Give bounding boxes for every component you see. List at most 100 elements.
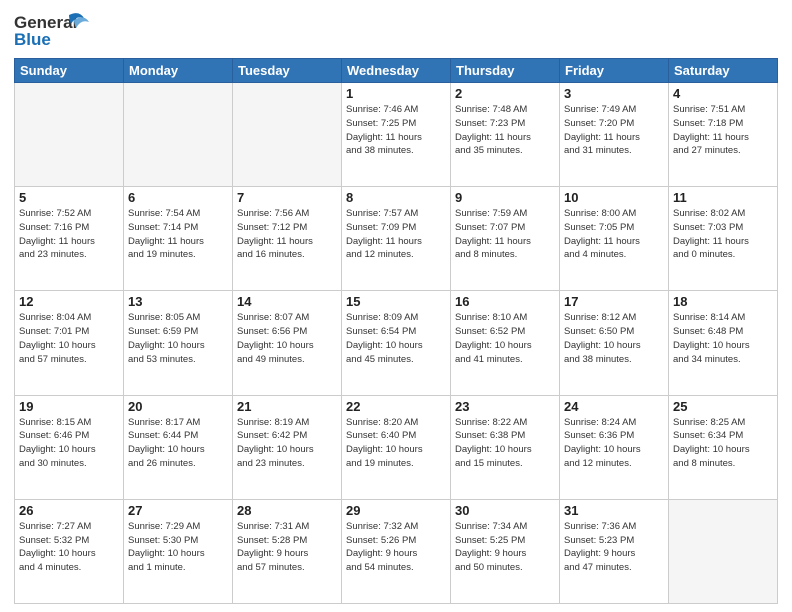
calendar-day-1: 1 Sunrise: 7:46 AM Sunset: 7:25 PM Daylig… <box>342 83 451 187</box>
day-number: 6 <box>128 190 228 205</box>
weekday-header-tuesday: Tuesday <box>233 59 342 83</box>
day-info: Sunrise: 7:54 AM Sunset: 7:14 PM Dayligh… <box>128 207 228 262</box>
calendar-day-6: 6 Sunrise: 7:54 AM Sunset: 7:14 PM Daylig… <box>124 187 233 291</box>
weekday-header-sunday: Sunday <box>15 59 124 83</box>
day-info: Sunrise: 8:19 AM Sunset: 6:42 PM Dayligh… <box>237 416 337 471</box>
calendar-table: SundayMondayTuesdayWednesdayThursdayFrid… <box>14 58 778 604</box>
day-number: 2 <box>455 86 555 101</box>
day-number: 1 <box>346 86 446 101</box>
day-number: 16 <box>455 294 555 309</box>
day-number: 13 <box>128 294 228 309</box>
calendar-week-row: 12 Sunrise: 8:04 AM Sunset: 7:01 PM Dayli… <box>15 291 778 395</box>
day-number: 11 <box>673 190 773 205</box>
calendar-day-26: 26 Sunrise: 7:27 AM Sunset: 5:32 PM Dayli… <box>15 499 124 603</box>
day-number: 4 <box>673 86 773 101</box>
day-number: 19 <box>19 399 119 414</box>
day-info: Sunrise: 7:59 AM Sunset: 7:07 PM Dayligh… <box>455 207 555 262</box>
day-number: 31 <box>564 503 664 518</box>
calendar-day-5: 5 Sunrise: 7:52 AM Sunset: 7:16 PM Daylig… <box>15 187 124 291</box>
day-number: 9 <box>455 190 555 205</box>
day-number: 23 <box>455 399 555 414</box>
calendar-day-20: 20Sunrise: 8:17 AM Sunset: 6:44 PM Dayli… <box>124 395 233 499</box>
day-info: Sunrise: 7:32 AM Sunset: 5:26 PM Dayligh… <box>346 520 446 575</box>
day-info: Sunrise: 8:05 AM Sunset: 6:59 PM Dayligh… <box>128 311 228 366</box>
day-number: 5 <box>19 190 119 205</box>
day-number: 24 <box>564 399 664 414</box>
day-number: 21 <box>237 399 337 414</box>
day-number: 30 <box>455 503 555 518</box>
day-number: 25 <box>673 399 773 414</box>
calendar-day-31: 31Sunrise: 7:36 AM Sunset: 5:23 PM Dayli… <box>560 499 669 603</box>
day-number: 8 <box>346 190 446 205</box>
calendar-day-15: 15 Sunrise: 8:09 AM Sunset: 6:54 PM Dayli… <box>342 291 451 395</box>
calendar-week-row: 1 Sunrise: 7:46 AM Sunset: 7:25 PM Daylig… <box>15 83 778 187</box>
day-info: Sunrise: 7:31 AM Sunset: 5:28 PM Dayligh… <box>237 520 337 575</box>
page-header: GeneralBlue <box>14 10 778 50</box>
day-number: 17 <box>564 294 664 309</box>
day-info: Sunrise: 8:22 AM Sunset: 6:38 PM Dayligh… <box>455 416 555 471</box>
day-number: 12 <box>19 294 119 309</box>
day-info: Sunrise: 8:02 AM Sunset: 7:03 PM Dayligh… <box>673 207 773 262</box>
calendar-empty-cell <box>124 83 233 187</box>
calendar-day-19: 19 Sunrise: 8:15 AM Sunset: 6:46 PM Dayli… <box>15 395 124 499</box>
logo: GeneralBlue <box>14 10 94 50</box>
day-info: Sunrise: 7:56 AM Sunset: 7:12 PM Dayligh… <box>237 207 337 262</box>
calendar-day-4: 4 Sunrise: 7:51 AM Sunset: 7:18 PM Daylig… <box>669 83 778 187</box>
calendar-day-12: 12 Sunrise: 8:04 AM Sunset: 7:01 PM Dayli… <box>15 291 124 395</box>
day-info: Sunrise: 7:49 AM Sunset: 7:20 PM Dayligh… <box>564 103 664 158</box>
day-info: Sunrise: 8:17 AM Sunset: 6:44 PM Dayligh… <box>128 416 228 471</box>
calendar-day-14: 14Sunrise: 8:07 AM Sunset: 6:56 PM Dayli… <box>233 291 342 395</box>
day-number: 22 <box>346 399 446 414</box>
day-info: Sunrise: 7:29 AM Sunset: 5:30 PM Dayligh… <box>128 520 228 575</box>
day-info: Sunrise: 8:24 AM Sunset: 6:36 PM Dayligh… <box>564 416 664 471</box>
calendar-day-7: 7Sunrise: 7:56 AM Sunset: 7:12 PM Daylig… <box>233 187 342 291</box>
calendar-day-10: 10Sunrise: 8:00 AM Sunset: 7:05 PM Dayli… <box>560 187 669 291</box>
day-number: 27 <box>128 503 228 518</box>
day-info: Sunrise: 7:48 AM Sunset: 7:23 PM Dayligh… <box>455 103 555 158</box>
day-info: Sunrise: 7:46 AM Sunset: 7:25 PM Dayligh… <box>346 103 446 158</box>
day-info: Sunrise: 8:12 AM Sunset: 6:50 PM Dayligh… <box>564 311 664 366</box>
day-number: 14 <box>237 294 337 309</box>
calendar-day-13: 13 Sunrise: 8:05 AM Sunset: 6:59 PM Dayli… <box>124 291 233 395</box>
logo-svg: GeneralBlue <box>14 10 94 50</box>
day-info: Sunrise: 7:52 AM Sunset: 7:16 PM Dayligh… <box>19 207 119 262</box>
day-info: Sunrise: 7:57 AM Sunset: 7:09 PM Dayligh… <box>346 207 446 262</box>
day-number: 18 <box>673 294 773 309</box>
day-info: Sunrise: 8:00 AM Sunset: 7:05 PM Dayligh… <box>564 207 664 262</box>
calendar-day-22: 22 Sunrise: 8:20 AM Sunset: 6:40 PM Dayli… <box>342 395 451 499</box>
calendar-day-2: 2 Sunrise: 7:48 AM Sunset: 7:23 PM Daylig… <box>451 83 560 187</box>
day-info: Sunrise: 8:04 AM Sunset: 7:01 PM Dayligh… <box>19 311 119 366</box>
day-number: 29 <box>346 503 446 518</box>
weekday-header-saturday: Saturday <box>669 59 778 83</box>
calendar-day-16: 16 Sunrise: 8:10 AM Sunset: 6:52 PM Dayli… <box>451 291 560 395</box>
weekday-header-friday: Friday <box>560 59 669 83</box>
calendar-day-17: 17 Sunrise: 8:12 AM Sunset: 6:50 PM Dayli… <box>560 291 669 395</box>
calendar-day-21: 21 Sunrise: 8:19 AM Sunset: 6:42 PM Dayli… <box>233 395 342 499</box>
calendar-day-9: 9 Sunrise: 7:59 AM Sunset: 7:07 PM Daylig… <box>451 187 560 291</box>
calendar-day-27: 27 Sunrise: 7:29 AM Sunset: 5:30 PM Dayli… <box>124 499 233 603</box>
weekday-header-wednesday: Wednesday <box>342 59 451 83</box>
day-info: Sunrise: 8:09 AM Sunset: 6:54 PM Dayligh… <box>346 311 446 366</box>
day-info: Sunrise: 8:25 AM Sunset: 6:34 PM Dayligh… <box>673 416 773 471</box>
calendar-week-row: 26 Sunrise: 7:27 AM Sunset: 5:32 PM Dayli… <box>15 499 778 603</box>
svg-text:Blue: Blue <box>14 30 51 49</box>
calendar-day-30: 30Sunrise: 7:34 AM Sunset: 5:25 PM Dayli… <box>451 499 560 603</box>
day-info: Sunrise: 7:27 AM Sunset: 5:32 PM Dayligh… <box>19 520 119 575</box>
calendar-day-23: 23 Sunrise: 8:22 AM Sunset: 6:38 PM Dayli… <box>451 395 560 499</box>
weekday-header-thursday: Thursday <box>451 59 560 83</box>
calendar-empty-cell <box>233 83 342 187</box>
calendar-day-25: 25 Sunrise: 8:25 AM Sunset: 6:34 PM Dayli… <box>669 395 778 499</box>
calendar-day-8: 8 Sunrise: 7:57 AM Sunset: 7:09 PM Daylig… <box>342 187 451 291</box>
day-info: Sunrise: 8:20 AM Sunset: 6:40 PM Dayligh… <box>346 416 446 471</box>
day-number: 28 <box>237 503 337 518</box>
day-info: Sunrise: 7:51 AM Sunset: 7:18 PM Dayligh… <box>673 103 773 158</box>
day-number: 15 <box>346 294 446 309</box>
calendar-day-11: 11 Sunrise: 8:02 AM Sunset: 7:03 PM Dayli… <box>669 187 778 291</box>
day-info: Sunrise: 8:10 AM Sunset: 6:52 PM Dayligh… <box>455 311 555 366</box>
calendar-empty-cell <box>669 499 778 603</box>
calendar-week-row: 19 Sunrise: 8:15 AM Sunset: 6:46 PM Dayli… <box>15 395 778 499</box>
day-info: Sunrise: 8:14 AM Sunset: 6:48 PM Dayligh… <box>673 311 773 366</box>
day-number: 3 <box>564 86 664 101</box>
day-number: 26 <box>19 503 119 518</box>
day-info: Sunrise: 8:15 AM Sunset: 6:46 PM Dayligh… <box>19 416 119 471</box>
